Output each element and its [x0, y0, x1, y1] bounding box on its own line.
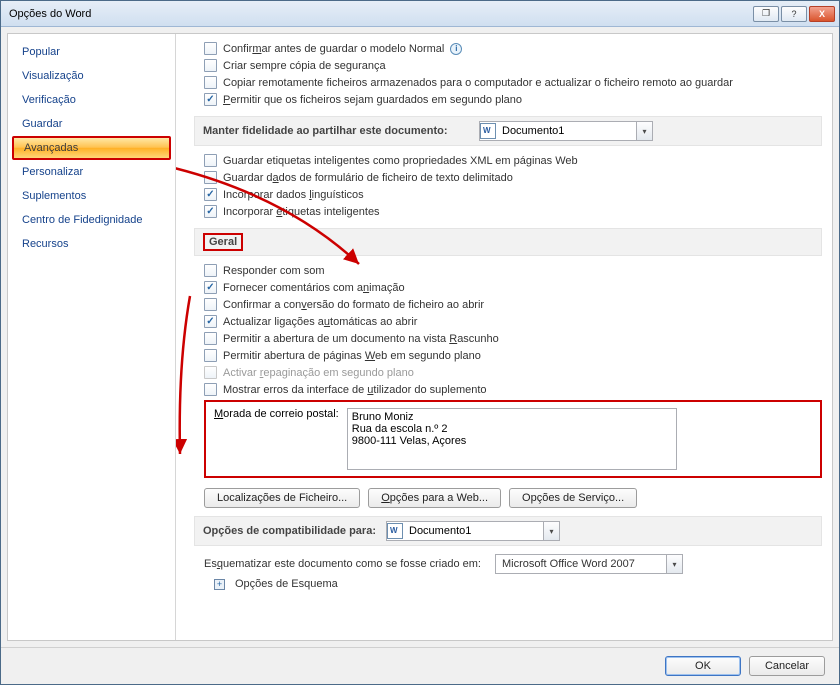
layout-label: Esquematizar este documento como se foss…: [204, 558, 481, 570]
check-sound[interactable]: Responder com som: [194, 262, 822, 279]
general-header-highlight: Geral: [203, 233, 243, 251]
layout-version-combo[interactable]: Microsoft Office Word 2007: [495, 554, 683, 574]
check-animation[interactable]: Fornecer comentários com animação: [194, 279, 822, 296]
checkbox-icon: [204, 188, 217, 201]
expand-layout-options[interactable]: + Opções de Esquema: [194, 576, 822, 592]
sidebar: PopularVisualizaçãoVerificaçãoGuardarAva…: [8, 34, 176, 640]
checkbox-icon: [204, 93, 217, 106]
compat-header: Opções de compatibilidade para: Document…: [194, 516, 822, 546]
help-button[interactable]: ?: [781, 6, 807, 22]
check-remote-copy[interactable]: Copiar remotamente ficheiros armazenados…: [194, 74, 822, 91]
checkbox-icon: [204, 42, 217, 55]
checkbox-icon: [204, 383, 217, 396]
chevron-down-icon[interactable]: [543, 522, 559, 540]
check-background-save[interactable]: Permitir que os ficheiros sejam guardado…: [194, 91, 822, 108]
sidebar-item-popular[interactable]: Popular: [8, 40, 175, 64]
check-label: Actualizar ligações automáticas ao abrir: [223, 316, 417, 328]
header-title: Opções de compatibilidade para:: [203, 525, 376, 537]
check-label: Activar repaginação em segundo plano: [223, 367, 414, 379]
sidebar-item-suplementos[interactable]: Suplementos: [8, 184, 175, 208]
check-bg-repagination: Activar repaginação em segundo plano: [194, 364, 822, 381]
close-button[interactable]: X: [809, 6, 835, 22]
check-smart-tags-xml[interactable]: Guardar etiquetas inteligentes como prop…: [194, 152, 822, 169]
check-auto-links[interactable]: Actualizar ligações automáticas ao abrir: [194, 313, 822, 330]
check-addin-errors[interactable]: Mostrar erros da interface de utilizador…: [194, 381, 822, 398]
sidebar-item-guardar[interactable]: Guardar: [8, 112, 175, 136]
checkbox-icon: [204, 154, 217, 167]
word-doc-icon: [480, 123, 496, 139]
general-header: Geral: [194, 228, 822, 256]
sidebar-item-recursos[interactable]: Recursos: [8, 232, 175, 256]
check-label: Guardar etiquetas inteligentes como prop…: [223, 155, 578, 167]
check-label: Incorporar dados linguísticos: [223, 189, 364, 201]
sidebar-item-verificacao[interactable]: Verificação: [8, 88, 175, 112]
titlebar: Opções do Word ❐ ? X: [1, 1, 839, 27]
address-label: Morada de correio postal:: [214, 408, 339, 420]
checkbox-icon: [204, 76, 217, 89]
checkbox-icon: [204, 349, 217, 362]
checkbox-icon: [204, 171, 217, 184]
check-label: Fornecer comentários com animação: [223, 282, 405, 294]
info-icon[interactable]: i: [450, 43, 462, 55]
chevron-down-icon[interactable]: [666, 555, 682, 573]
checkbox-icon: [204, 366, 217, 379]
combo-value: Microsoft Office Word 2007: [496, 558, 666, 570]
check-label: Guardar dados de formulário de ficheiro …: [223, 172, 513, 184]
header-title: Manter fidelidade ao partilhar este docu…: [203, 125, 448, 137]
check-label: Copiar remotamente ficheiros armazenados…: [223, 77, 733, 89]
check-label: Permitir que os ficheiros sejam guardado…: [223, 94, 522, 106]
check-embed-linguistic[interactable]: Incorporar dados linguísticos: [194, 186, 822, 203]
checkbox-icon: [204, 205, 217, 218]
checkbox-icon: [204, 315, 217, 328]
service-options-button[interactable]: Opções de Serviço...: [509, 488, 637, 508]
check-label: Mostrar erros da interface de utilizador…: [223, 384, 487, 396]
check-label: Permitir a abertura de um documento na v…: [223, 333, 499, 345]
check-draft-view[interactable]: Permitir a abertura de um documento na v…: [194, 330, 822, 347]
ok-button[interactable]: OK: [665, 656, 741, 676]
check-confirm-conversion[interactable]: Confirmar a conversão do formato de fich…: [194, 296, 822, 313]
check-embed-smart-tags[interactable]: Incorporar etiquetas inteligentes: [194, 203, 822, 220]
combo-value: Documento1: [496, 125, 636, 137]
file-locations-button[interactable]: Localizações de Ficheiro...: [204, 488, 360, 508]
share-fidelity-header: Manter fidelidade ao partilhar este docu…: [194, 116, 822, 146]
compat-doc-combo[interactable]: Documento1: [386, 521, 560, 541]
window-title: Opções do Word: [5, 8, 753, 20]
check-label: Confirmar antes de guardar o modelo Norm…: [223, 43, 444, 55]
web-options-button[interactable]: Opções para a Web...: [368, 488, 501, 508]
check-label: Confirmar a conversão do formato de fich…: [223, 299, 484, 311]
word-doc-icon: [387, 523, 403, 539]
chevron-down-icon[interactable]: [636, 122, 652, 140]
restore-button[interactable]: ❐: [753, 6, 779, 22]
checkbox-icon: [204, 298, 217, 311]
checkbox-icon: [204, 281, 217, 294]
check-label: Criar sempre cópia de segurança: [223, 60, 386, 72]
sidebar-item-personalizar[interactable]: Personalizar: [8, 160, 175, 184]
mailing-address-area: Morada de correio postal: Bruno Moniz Ru…: [204, 400, 822, 478]
sidebar-item-centrodefidedignidade[interactable]: Centro de Fidedignidade: [8, 208, 175, 232]
checkbox-icon: [204, 332, 217, 345]
content-pane: Confirmar antes de guardar o modelo Norm…: [176, 34, 832, 640]
options-dialog: Opções do Word ❐ ? X PopularVisualização…: [0, 0, 840, 685]
check-label: Responder com som: [223, 265, 325, 277]
share-doc-combo[interactable]: Documento1: [479, 121, 653, 141]
checkbox-icon: [204, 264, 217, 277]
check-backup-copy[interactable]: Criar sempre cópia de segurança: [194, 57, 822, 74]
check-bg-web[interactable]: Permitir abertura de páginas Web em segu…: [194, 347, 822, 364]
address-input[interactable]: Bruno Moniz Rua da escola n.º 2 9800-111…: [347, 408, 677, 470]
check-confirm-normal[interactable]: Confirmar antes de guardar o modelo Norm…: [194, 40, 822, 57]
check-label: Permitir abertura de páginas Web em segu…: [223, 350, 481, 362]
check-form-data[interactable]: Guardar dados de formulário de ficheiro …: [194, 169, 822, 186]
checkbox-icon: [204, 59, 217, 72]
cancel-button[interactable]: Cancelar: [749, 656, 825, 676]
expand-label: Opções de Esquema: [235, 578, 338, 590]
sidebar-item-avancadas[interactable]: Avançadas: [12, 136, 171, 160]
sidebar-item-visualizacao[interactable]: Visualização: [8, 64, 175, 88]
plus-icon: +: [214, 579, 225, 590]
check-label: Incorporar etiquetas inteligentes: [223, 206, 380, 218]
dialog-footer: OK Cancelar: [1, 647, 839, 684]
combo-value: Documento1: [403, 525, 543, 537]
